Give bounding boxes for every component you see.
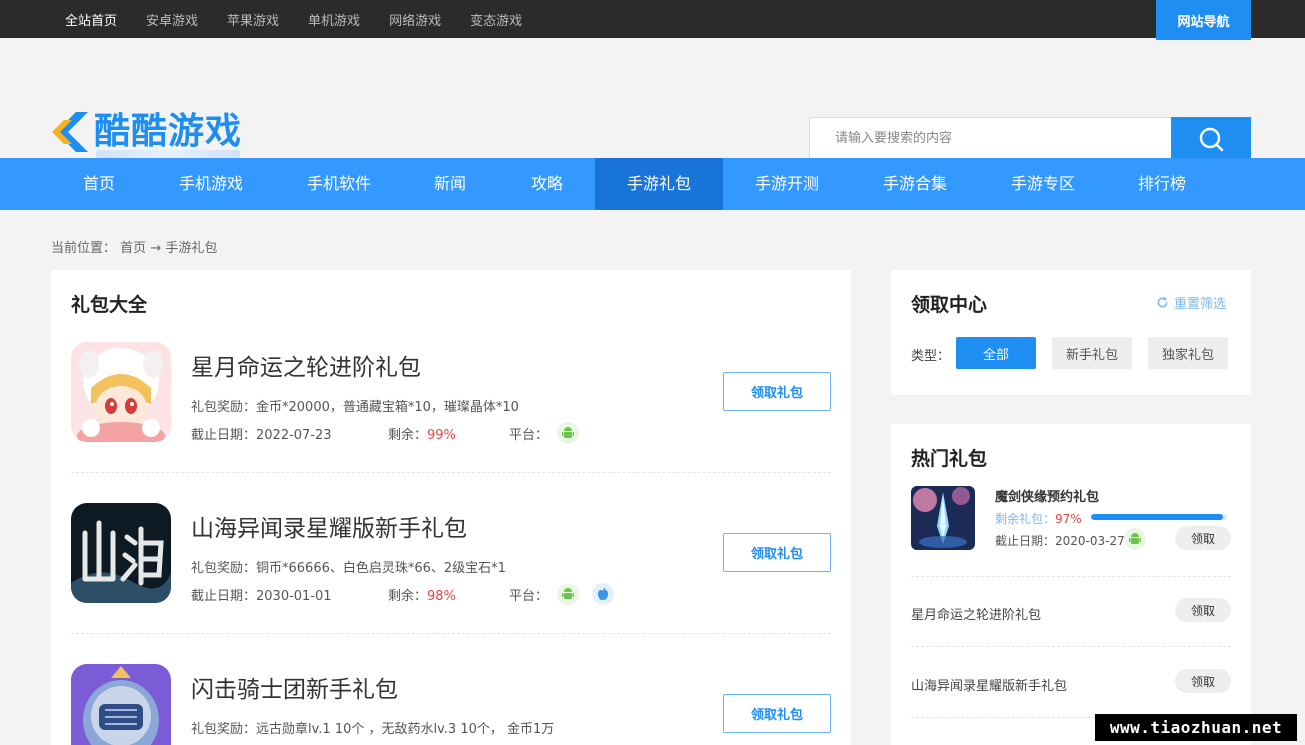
logo-text: 酷酷游戏 xyxy=(94,111,243,152)
top-link-apple[interactable]: 苹果游戏 xyxy=(227,10,279,29)
gift-item: 山海异闻录星耀版新手礼包 礼包奖励：铜币*66666、白色启灵珠*66、2级宝石… xyxy=(71,431,831,634)
hot-gift-name[interactable]: 山海异闻录星耀版新手礼包 xyxy=(911,675,1067,694)
breadcrumb-home[interactable]: 首页 xyxy=(120,241,146,256)
featured-date-value: 2020-03-27 xyxy=(1055,534,1125,548)
refresh-icon xyxy=(1157,296,1168,308)
logo-subtitle-blur xyxy=(96,150,240,158)
game-thumbnail[interactable] xyxy=(71,664,171,745)
claim-center-title: 领取中心 xyxy=(911,294,988,316)
search-input[interactable] xyxy=(810,118,1170,159)
featured-remain-value: 97% xyxy=(1055,512,1082,526)
top-link-online[interactable]: 网络游戏 xyxy=(389,10,441,29)
game-thumbnail[interactable] xyxy=(71,342,171,442)
gift-reward: 礼包奖励：远古勋章lv.1 10个 ，无敌药水lv.3 10个， 金币1万 xyxy=(191,722,555,737)
divider xyxy=(911,576,1231,577)
nav-news[interactable]: 新闻 xyxy=(420,158,480,210)
hot-gifts-panel: 热门礼包 魔剑侠缘预约礼包 剩余礼包：97% 截止日期：2020-03-27 领… xyxy=(891,424,1251,745)
gift-name[interactable]: 星月命运之轮进阶礼包 xyxy=(191,348,421,382)
hot-gift-claim-button[interactable]: 领取 xyxy=(1175,598,1231,622)
nav-collections[interactable]: 手游合集 xyxy=(870,158,960,210)
top-link-bt[interactable]: 变态游戏 xyxy=(470,10,522,29)
gift-reward: 礼包奖励：铜币*66666、白色启灵珠*66、2级宝石*1 xyxy=(191,561,506,576)
main-nav: 首页 手机游戏 手机软件 新闻 攻略 手游礼包 手游开测 手游合集 手游专区 排… xyxy=(0,158,1305,210)
featured-claim-button[interactable]: 领取 xyxy=(1175,526,1231,550)
top-link-android[interactable]: 安卓游戏 xyxy=(146,10,198,29)
featured-deadline: 截止日期：2020-03-27 xyxy=(995,532,1125,549)
gift-item: 星月命运之轮进阶礼包 礼包奖励：金币*20000，普通藏宝箱*10，璀璨晶体*1… xyxy=(71,270,831,473)
type-label: 类型： xyxy=(911,349,951,364)
filter-newbie[interactable]: 新手礼包 xyxy=(1052,337,1132,369)
game-thumbnail[interactable] xyxy=(71,503,171,603)
gift-item: 闪击骑士团新手礼包 礼包奖励：远古勋章lv.1 10个 ，无敌药水lv.3 10… xyxy=(71,592,831,745)
claim-center-panel: 领取中心 重置筛选 类型： 全部 新手礼包 独家礼包 xyxy=(891,270,1251,395)
claim-gift-button[interactable]: 领取礼包 xyxy=(723,694,831,733)
top-link-home[interactable]: 全站首页 xyxy=(65,10,117,29)
featured-remaining: 剩余礼包：97% xyxy=(995,510,1082,527)
featured-gift-name[interactable]: 魔剑侠缘预约礼包 xyxy=(995,486,1099,505)
gift-reward: 礼包奖励：金币*20000，普通藏宝箱*10，璀璨晶体*10 xyxy=(191,400,519,415)
hot-gift-claim-button[interactable]: 领取 xyxy=(1175,669,1231,693)
top-bar: 全站首页 安卓游戏 苹果游戏 单机游戏 网络游戏 变态游戏 网站导航 xyxy=(0,0,1305,40)
reset-filter-label: 重置筛选 xyxy=(1174,297,1227,312)
claim-gift-button[interactable]: 领取礼包 xyxy=(723,372,831,411)
top-links: 全站首页 安卓游戏 苹果游戏 单机游戏 网络游戏 变态游戏 xyxy=(65,0,551,38)
claim-gift-button[interactable]: 领取礼包 xyxy=(723,533,831,572)
remaining-progress-bar xyxy=(1091,514,1227,520)
logo-icon xyxy=(50,110,90,154)
hot-gifts-title: 热门礼包 xyxy=(911,448,988,470)
breadcrumb: 当前位置： 首页 → 手游礼包 xyxy=(51,237,217,256)
gift-name[interactable]: 山海异闻录星耀版新手礼包 xyxy=(191,509,467,543)
gift-list-panel: 礼包大全 星月命运之轮进阶礼包 礼包奖励：金币*20000，普通藏宝箱*10，璀… xyxy=(51,270,851,745)
nav-mobile-games[interactable]: 手机游戏 xyxy=(166,158,256,210)
nav-home[interactable]: 首页 xyxy=(67,158,131,210)
nav-rankings[interactable]: 排行榜 xyxy=(1126,158,1198,210)
site-nav-button[interactable]: 网站导航 xyxy=(1156,0,1251,40)
nav-zones[interactable]: 手游专区 xyxy=(998,158,1088,210)
nav-guides[interactable]: 攻略 xyxy=(517,158,577,210)
filter-all[interactable]: 全部 xyxy=(956,337,1036,369)
divider xyxy=(911,646,1231,647)
search-icon xyxy=(1199,127,1224,151)
breadcrumb-current[interactable]: 手游礼包 xyxy=(165,241,217,256)
nav-gift-packs[interactable]: 手游礼包 xyxy=(595,158,723,210)
reset-filter-link[interactable]: 重置筛选 xyxy=(1156,293,1226,312)
breadcrumb-label: 当前位置： xyxy=(51,241,117,256)
hot-gift-name[interactable]: 星月命运之轮进阶礼包 xyxy=(911,604,1041,623)
featured-date-label: 截止日期： xyxy=(995,534,1056,548)
search-box xyxy=(809,117,1251,160)
search-button[interactable] xyxy=(1171,117,1251,160)
filter-exclusive[interactable]: 独家礼包 xyxy=(1148,337,1228,369)
breadcrumb-arrow: → xyxy=(150,241,162,256)
nav-open-tests[interactable]: 手游开测 xyxy=(742,158,832,210)
top-link-single[interactable]: 单机游戏 xyxy=(308,10,360,29)
remaining-progress-fill xyxy=(1091,514,1223,520)
nav-mobile-software[interactable]: 手机软件 xyxy=(294,158,384,210)
watermark: www.tiaozhuan.net xyxy=(1095,714,1297,741)
android-icon xyxy=(1124,528,1146,550)
featured-game-thumbnail[interactable] xyxy=(911,486,975,550)
header: 酷酷游戏 xyxy=(0,38,1305,160)
featured-remain-label: 剩余礼包： xyxy=(995,512,1056,526)
logo[interactable]: 酷酷游戏 xyxy=(50,110,242,154)
gift-name[interactable]: 闪击骑士团新手礼包 xyxy=(191,670,398,704)
